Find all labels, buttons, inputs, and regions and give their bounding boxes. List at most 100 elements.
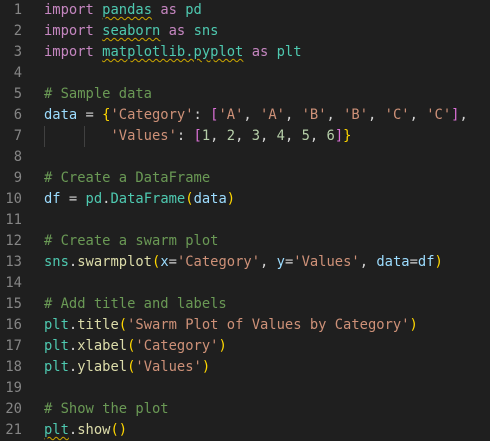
line-number: 1 <box>13 2 22 18</box>
code-token: , <box>409 107 427 123</box>
code-token: pd <box>85 191 103 207</box>
code-token: ) <box>409 317 418 333</box>
code-token: 'Values' <box>135 359 202 375</box>
line-number: 13 <box>5 254 22 270</box>
code-token: import <box>44 2 94 18</box>
code-line[interactable]: 10 df = pd.DataFrame(data) <box>0 189 490 210</box>
code-token: matplotlib.pyplot <box>102 44 244 60</box>
code-line[interactable]: 18 plt.ylabel('Values') <box>0 357 490 378</box>
code-token: , <box>459 107 468 123</box>
line-number: 21 <box>5 422 22 438</box>
code-token: data <box>193 191 227 207</box>
code-token: swarmplot <box>77 254 152 270</box>
code-editor[interactable]: 1 import pandas as pd 2 import seaborn as s… <box>0 0 490 438</box>
code-token: as <box>160 2 177 18</box>
code-text: # Sample data <box>44 84 152 105</box>
code-text: # Create a swarm plot <box>44 231 218 252</box>
code-token: . <box>68 317 78 333</box>
code-token: ylabel <box>77 359 128 375</box>
code-token: title <box>77 317 119 333</box>
code-token: . <box>68 338 78 354</box>
code-token: x <box>160 254 169 270</box>
code-token: 'B' <box>343 107 369 123</box>
code-token: xlabel <box>77 338 128 354</box>
code-line[interactable]: 7 'Values': [1, 2, 3, 4, 5, 6]} <box>0 126 490 147</box>
code-token: data <box>376 254 410 270</box>
code-token: df <box>417 254 435 270</box>
code-token: ) <box>118 422 128 438</box>
code-token: # Sample data <box>44 86 152 102</box>
line-number: 20 <box>5 401 22 417</box>
code-token: pandas <box>102 2 152 18</box>
code-token: plt <box>44 422 69 438</box>
code-token: sns <box>44 254 69 270</box>
line-number: 18 <box>5 359 22 375</box>
code-token: , <box>326 107 344 123</box>
code-token: 6 <box>326 128 335 144</box>
code-token: , <box>235 128 252 144</box>
code-token: 'Category' <box>135 338 219 354</box>
code-token: [ <box>193 128 202 144</box>
code-line[interactable]: 16 plt.title('Swarm Plot of Values by Cat… <box>0 315 490 336</box>
code-token: = <box>77 107 103 123</box>
line-number: 15 <box>5 296 22 312</box>
code-line[interactable]: 20 # Show the plot <box>0 399 490 420</box>
code-line[interactable]: 5 # Sample data <box>0 84 490 105</box>
code-token: } <box>343 128 352 144</box>
code-text: sns.swarmplot(x='Category', y='Values', … <box>44 252 443 273</box>
code-text: 'Values': [1, 2, 3, 4, 5, 6]} <box>44 126 351 147</box>
code-token: 2 <box>226 128 236 144</box>
line-number: 19 <box>5 380 22 396</box>
code-line[interactable]: 3 import matplotlib.pyplot as plt <box>0 42 490 63</box>
code-token: 1 <box>201 128 211 144</box>
code-line[interactable]: 17 plt.xlabel('Category') <box>0 336 490 357</box>
code-token: data <box>44 107 78 123</box>
code-token: , <box>368 107 385 123</box>
code-text: plt.ylabel('Values') <box>44 357 210 378</box>
code-line[interactable]: 6 data = {'Category': ['A', 'A', 'B', 'B'… <box>0 105 490 126</box>
code-line[interactable]: 13 sns.swarmplot(x='Category', y='Values'… <box>0 252 490 273</box>
code-token: , <box>284 128 302 144</box>
code-line[interactable]: 21 plt.show() <box>0 420 490 441</box>
code-line[interactable]: 8 <box>0 147 490 168</box>
code-line[interactable]: 12 # Create a swarm plot <box>0 231 490 252</box>
code-token: 'Category' <box>176 254 261 270</box>
line-number: 17 <box>5 338 22 354</box>
code-line[interactable]: 11 <box>0 210 490 231</box>
code-token: 'C' <box>384 107 410 123</box>
code-line[interactable]: 14 <box>0 273 490 294</box>
code-token: , <box>260 254 277 270</box>
code-line[interactable]: 1 import pandas as pd <box>0 0 490 21</box>
code-line[interactable]: 9 # Create a DataFrame <box>0 168 490 189</box>
line-number: 16 <box>5 317 22 333</box>
code-token: 'Values' <box>293 254 360 270</box>
code-text: import pandas as pd <box>44 0 202 21</box>
code-token: # Create a DataFrame <box>44 170 211 186</box>
code-token: DataFrame <box>110 191 186 207</box>
code-line[interactable]: 2 import seaborn as sns <box>0 21 490 42</box>
code-token: . <box>68 359 78 375</box>
code-token: pd <box>185 2 202 18</box>
line-number: 6 <box>13 107 22 123</box>
code-token: 'Values' <box>110 128 177 144</box>
line-number: 7 <box>13 128 22 144</box>
code-line[interactable]: 15 # Add title and labels <box>0 294 490 315</box>
code-token: 'Swarm Plot of Values by Category' <box>127 317 410 333</box>
code-token: ) <box>218 338 227 354</box>
line-number: 2 <box>13 23 22 39</box>
code-line[interactable]: 19 <box>0 378 490 399</box>
code-text: data = {'Category': ['A', 'A', 'B', 'B',… <box>44 105 468 126</box>
line-number: 12 <box>5 233 22 249</box>
code-token: 'Category' <box>110 107 194 123</box>
code-token: ) <box>226 191 236 207</box>
code-token: ( <box>185 191 194 207</box>
code-token: : <box>176 128 194 144</box>
code-line[interactable]: 4 <box>0 63 490 84</box>
code-token: plt <box>44 338 69 354</box>
code-token: 'A' <box>260 107 285 123</box>
